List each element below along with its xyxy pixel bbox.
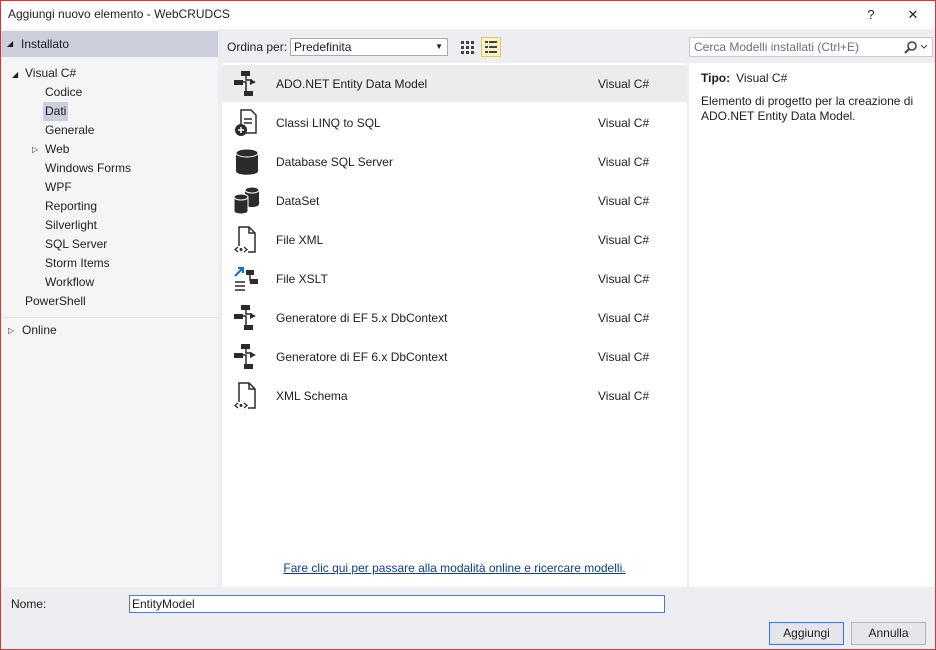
collapse-arrow-icon[interactable]: ◢ [12,70,18,79]
chevron-down-icon: ▼ [435,42,443,51]
toolbar: Ordina per: Predefinita ▼ [218,29,935,63]
tree-item-web[interactable]: Web [43,140,71,159]
template-name: Generatore di EF 6.x DbContext [276,350,448,364]
tree-item-dati[interactable]: Dati [43,102,69,121]
tree-item-silverlight[interactable]: Silverlight [43,216,99,235]
help-button[interactable]: ? [849,1,893,29]
template-name: ADO.NET Entity Data Model [276,77,428,91]
title-bar: Aggiungi nuovo elemento - WebCRUDCS ? ✕ [1,1,935,29]
template-row-dataset[interactable]: DataSet Visual C# [222,182,687,219]
tree-item-windows-forms[interactable]: Windows Forms [43,159,133,178]
template-language: Visual C# [598,155,650,169]
database-icon [235,148,259,175]
template-language: Visual C# [598,194,650,208]
search-icon[interactable] [904,40,928,57]
entity-model-icon [234,71,256,96]
template-row-database[interactable]: Database SQL Server Visual C# [222,143,687,180]
type-line: Tipo: Visual C# [701,71,787,85]
expand-arrow-icon[interactable]: ▷ [8,326,14,335]
template-name: File XML [276,233,324,247]
name-label: Nome: [11,597,47,611]
template-row-ado-net[interactable]: ADO.NET Entity Data Model Visual C# [222,65,687,102]
tree-item-visual-csharp[interactable]: Visual C# [23,64,78,83]
type-value: Visual C# [736,71,788,85]
window-title: Aggiungi nuovo elemento - WebCRUDCS [8,7,230,21]
template-name: File XSLT [276,272,328,286]
details-pane: Tipo: Visual C# Elemento di progetto per … [689,63,935,587]
template-language: Visual C# [598,311,650,325]
template-row-xslt[interactable]: File XSLT Visual C# [222,260,687,297]
add-button[interactable]: Aggiungi [769,622,844,645]
search-input[interactable] [690,38,908,56]
grid-view-button[interactable] [457,37,477,57]
section-installed[interactable]: ◢ Installato [1,31,218,57]
template-language: Visual C# [598,389,650,403]
xml-file-icon [233,226,256,253]
expand-arrow-icon[interactable]: ▷ [32,145,38,154]
template-row-linq[interactable]: Classi LINQ to SQL Visual C# [222,104,687,141]
collapse-arrow-icon[interactable]: ◢ [7,31,13,57]
sort-label: Ordina per: [227,40,288,54]
ef-generator-icon [234,305,256,330]
section-installed-label: Installato [21,37,70,51]
template-language: Visual C# [598,77,650,91]
linq-to-sql-icon [235,109,257,136]
template-language: Visual C# [598,233,650,247]
close-button[interactable]: ✕ [891,1,935,29]
tree-item-sql-server[interactable]: SQL Server [43,235,109,254]
template-name: DataSet [276,194,320,208]
list-view-button[interactable] [481,37,501,57]
template-row-ef5[interactable]: Generatore di EF 5.x DbContext Visual C# [222,299,687,336]
template-language: Visual C# [598,350,650,364]
template-description: Elemento di progetto per la creazione di… [701,94,914,123]
ef-generator-icon [234,344,256,369]
grid-view-icon [461,41,474,54]
xml-schema-icon [233,382,256,409]
template-row-ef6[interactable]: Generatore di EF 6.x DbContext Visual C# [222,338,687,375]
tree-item-workflow[interactable]: Workflow [43,273,96,292]
tree-item-generale[interactable]: Generale [43,121,96,140]
template-language: Visual C# [598,116,650,130]
template-name: Generatore di EF 5.x DbContext [276,311,448,325]
template-name: Database SQL Server [276,155,393,169]
tree-item-wpf[interactable]: WPF [43,178,74,197]
category-pane: ◢ Installato ◢ Visual C# Codice Dati Gen… [1,29,218,587]
cancel-button[interactable]: Annulla [851,622,926,645]
template-row-xml-schema[interactable]: XML Schema Visual C# [222,377,687,414]
template-name: Classi LINQ to SQL [276,116,381,130]
tree-item-reporting[interactable]: Reporting [43,197,99,216]
sort-dropdown[interactable]: Predefinita ▼ [290,38,448,56]
template-language: Visual C# [598,272,650,286]
list-view-icon [485,41,497,53]
template-name: XML Schema [276,389,348,403]
name-field[interactable] [129,595,665,613]
search-box[interactable] [689,37,933,57]
template-row-xml[interactable]: File XML Visual C# [222,221,687,258]
dialog-window: Aggiungi nuovo elemento - WebCRUDCS ? ✕ … [0,0,936,650]
template-list: ADO.NET Entity Data Model Visual C# Clas… [222,63,687,587]
divider [1,317,218,318]
xslt-file-icon [234,266,258,291]
sort-value: Predefinita [294,40,352,54]
tree-item-powershell[interactable]: PowerShell [23,292,88,311]
type-label: Tipo: [701,71,731,85]
tree-item-storm-items[interactable]: Storm Items [43,254,112,273]
section-online[interactable]: Online [20,321,59,340]
online-mode-link[interactable]: Fare clic qui per passare alla modalità … [222,561,687,575]
tree-item-codice[interactable]: Codice [43,83,84,102]
dataset-icon [233,186,260,215]
